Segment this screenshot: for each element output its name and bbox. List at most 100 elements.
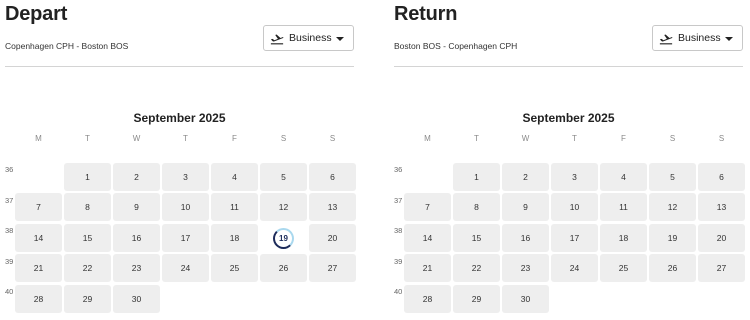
day-cell[interactable]: 4 xyxy=(600,163,647,191)
weekday-header: M xyxy=(35,134,42,143)
day-cell[interactable]: 5 xyxy=(260,163,307,191)
day-cell[interactable]: 15 xyxy=(64,224,111,252)
week-number: 40 xyxy=(5,287,14,296)
day-cell[interactable]: 29 xyxy=(453,285,500,313)
week-number: 39 xyxy=(5,257,14,266)
week-number: 37 xyxy=(394,196,403,205)
depart-panel: Depart Copenhagen CPH - Boston BOS Busin… xyxy=(5,0,356,320)
day-cell[interactable]: 20 xyxy=(309,224,356,252)
day-cell[interactable]: 17 xyxy=(162,224,209,252)
week-number: 38 xyxy=(5,226,14,235)
day-cell[interactable]: 28 xyxy=(404,285,451,313)
day-cell[interactable]: 6 xyxy=(309,163,356,191)
day-cell[interactable]: 3 xyxy=(162,163,209,191)
day-cell[interactable]: 23 xyxy=(113,254,160,282)
day-cell[interactable]: 9 xyxy=(502,193,549,221)
week-number: 37 xyxy=(5,196,14,205)
depart-cabin-label: Business xyxy=(289,32,332,44)
day-cell[interactable]: 22 xyxy=(64,254,111,282)
weekday-header: W xyxy=(521,134,530,143)
plane-takeoff-icon xyxy=(270,34,284,45)
weekday-header: T xyxy=(85,134,90,143)
plane-takeoff-icon xyxy=(659,34,673,45)
day-cell[interactable]: 8 xyxy=(453,193,500,221)
day-cell[interactable]: 21 xyxy=(404,254,451,282)
return-divider xyxy=(394,66,743,67)
week-number: 36 xyxy=(394,165,403,174)
weekday-header: M xyxy=(424,134,431,143)
day-cell[interactable]: 27 xyxy=(698,254,745,282)
weekday-header: S xyxy=(280,134,287,143)
chevron-down-icon xyxy=(336,37,344,41)
chevron-down-icon xyxy=(725,37,733,41)
day-cell[interactable]: 15 xyxy=(453,224,500,252)
day-cell[interactable]: 27 xyxy=(309,254,356,282)
day-cell[interactable]: 10 xyxy=(551,193,598,221)
day-cell[interactable]: 25 xyxy=(600,254,647,282)
day-cell[interactable]: 20 xyxy=(698,224,745,252)
day-cell[interactable]: 4 xyxy=(211,163,258,191)
day-cell[interactable]: 28 xyxy=(15,285,62,313)
weekday-header: T xyxy=(474,134,479,143)
day-cell[interactable]: 23 xyxy=(502,254,549,282)
weekday-header: S xyxy=(669,134,676,143)
day-cell[interactable]: 18 xyxy=(211,224,258,252)
day-cell[interactable]: 11 xyxy=(211,193,258,221)
day-cell[interactable]: 14 xyxy=(404,224,451,252)
day-cell[interactable]: 25 xyxy=(211,254,258,282)
day-cell[interactable]: 30 xyxy=(502,285,549,313)
day-cell[interactable]: 12 xyxy=(649,193,696,221)
weekday-header: S xyxy=(329,134,336,143)
return-panel: Return Boston BOS - Copenhagen CPH Busin… xyxy=(394,0,745,320)
day-cell[interactable]: 2 xyxy=(113,163,160,191)
week-number: 38 xyxy=(394,226,403,235)
day-cell[interactable]: 11 xyxy=(600,193,647,221)
day-cell[interactable]: 1 xyxy=(453,163,500,191)
day-cell[interactable]: 22 xyxy=(453,254,500,282)
day-cell[interactable]: 16 xyxy=(113,224,160,252)
weekday-header: F xyxy=(621,134,626,143)
day-cell[interactable]: 13 xyxy=(698,193,745,221)
selected-day-indicator: 19 xyxy=(273,227,294,249)
depart-month-title: September 2025 xyxy=(133,111,226,125)
depart-divider xyxy=(5,66,354,67)
return-cabin-label: Business xyxy=(678,32,721,44)
return-title: Return xyxy=(394,3,458,25)
weekday-header: T xyxy=(572,134,577,143)
day-cell[interactable]: 5 xyxy=(649,163,696,191)
week-number: 40 xyxy=(394,287,403,296)
weekday-header: T xyxy=(183,134,188,143)
day-cell[interactable]: 7 xyxy=(15,193,62,221)
day-cell[interactable]: 30 xyxy=(113,285,160,313)
week-number: 36 xyxy=(5,165,14,174)
weekday-header: S xyxy=(718,134,725,143)
day-cell[interactable]: 13 xyxy=(309,193,356,221)
day-cell[interactable]: 12 xyxy=(260,193,307,221)
selected-day-cell[interactable]: 19 xyxy=(260,224,307,252)
day-cell[interactable]: 21 xyxy=(15,254,62,282)
day-cell[interactable]: 7 xyxy=(404,193,451,221)
day-cell[interactable]: 2 xyxy=(502,163,549,191)
return-cabin-select[interactable]: Business xyxy=(652,25,743,51)
depart-title: Depart xyxy=(5,3,68,25)
day-cell[interactable]: 26 xyxy=(260,254,307,282)
day-cell[interactable]: 16 xyxy=(502,224,549,252)
day-cell[interactable]: 29 xyxy=(64,285,111,313)
day-cell[interactable]: 19 xyxy=(649,224,696,252)
day-cell[interactable]: 17 xyxy=(551,224,598,252)
day-cell[interactable]: 3 xyxy=(551,163,598,191)
weekday-header: W xyxy=(132,134,141,143)
day-cell[interactable]: 9 xyxy=(113,193,160,221)
day-cell[interactable]: 8 xyxy=(64,193,111,221)
day-cell[interactable]: 14 xyxy=(15,224,62,252)
day-cell[interactable]: 24 xyxy=(162,254,209,282)
depart-cabin-select[interactable]: Business xyxy=(263,25,354,51)
day-cell[interactable]: 10 xyxy=(162,193,209,221)
day-cell[interactable]: 26 xyxy=(649,254,696,282)
day-cell[interactable]: 1 xyxy=(64,163,111,191)
return-route: Boston BOS - Copenhagen CPH xyxy=(394,41,518,51)
day-cell[interactable]: 18 xyxy=(600,224,647,252)
weekday-header: F xyxy=(232,134,237,143)
day-cell[interactable]: 24 xyxy=(551,254,598,282)
day-cell[interactable]: 6 xyxy=(698,163,745,191)
